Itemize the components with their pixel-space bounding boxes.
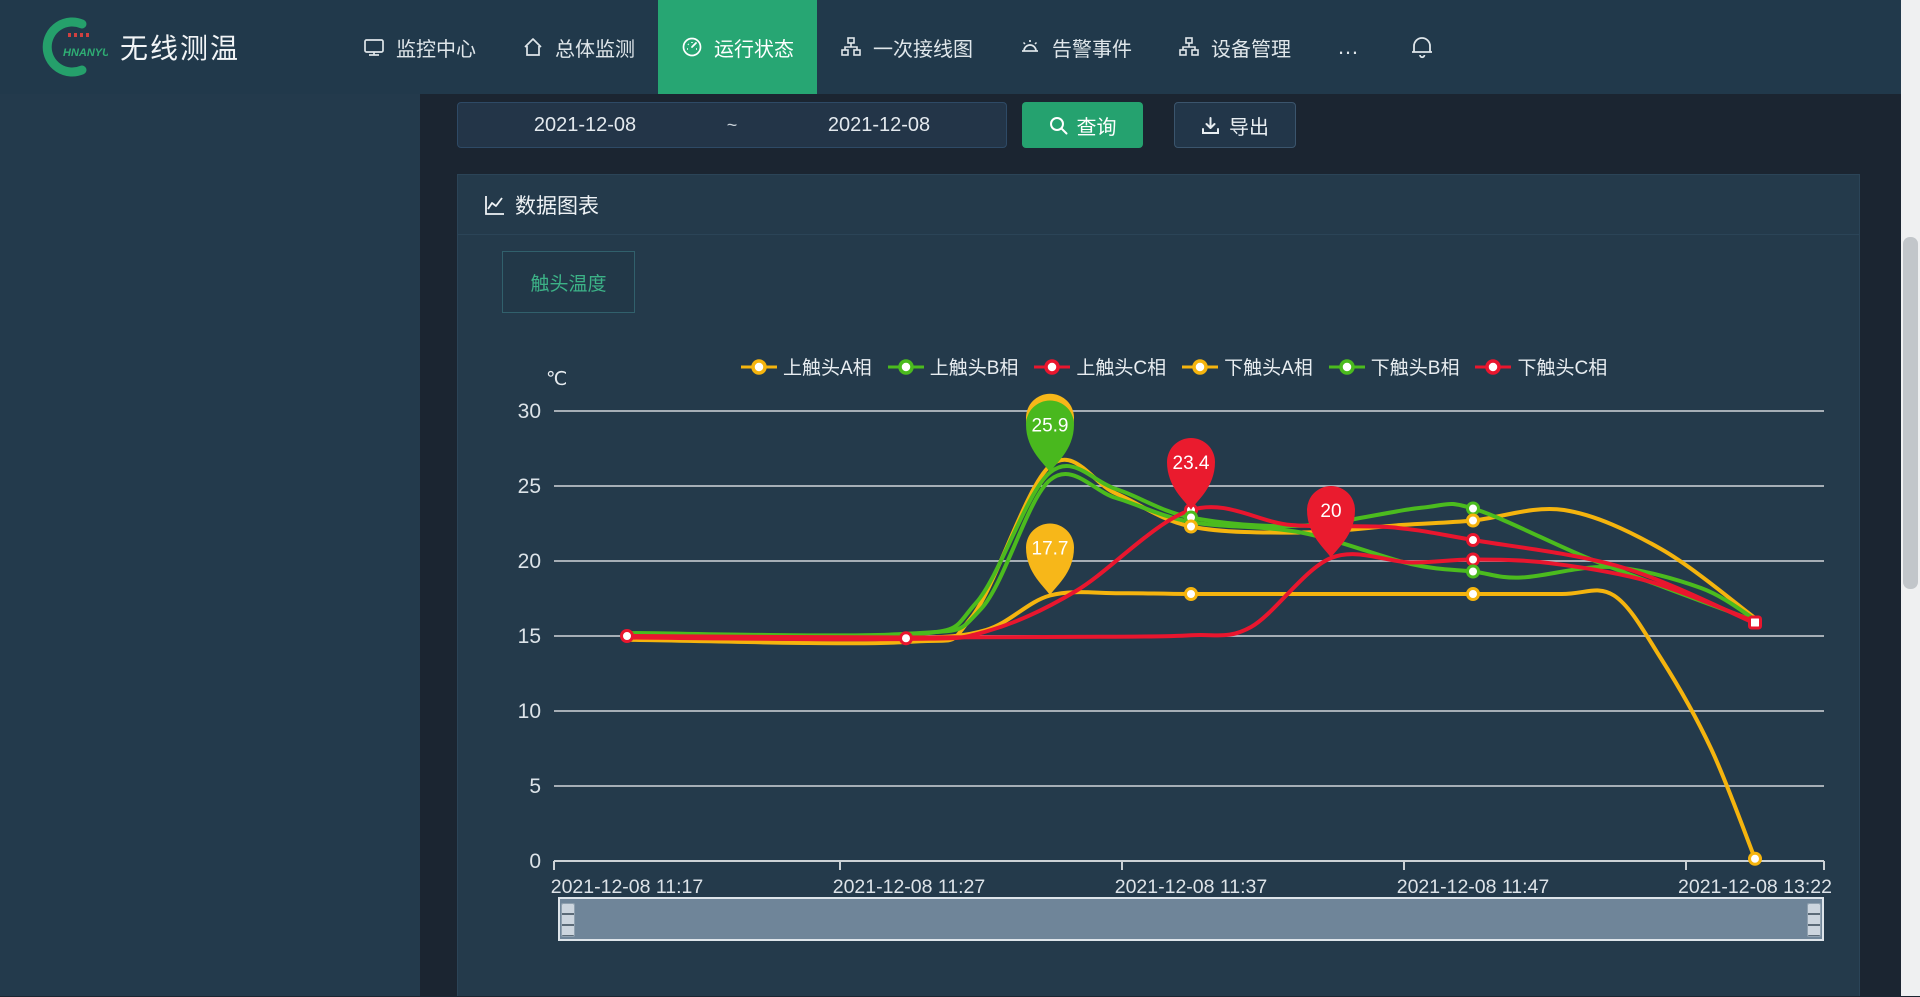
alarm-icon — [1019, 36, 1041, 58]
y-tick-label: 0 — [529, 850, 541, 873]
app-title: 无线测温 — [120, 27, 240, 67]
devices-icon — [1178, 36, 1200, 58]
data-point-marker — [1468, 503, 1479, 514]
nav-item-label: 运行状态 — [714, 33, 794, 62]
wiring-icon — [840, 36, 862, 58]
data-point-marker — [901, 633, 912, 644]
data-point-marker — [1186, 521, 1197, 532]
series-line-上触头A相 — [627, 590, 1755, 858]
query-button[interactable]: 查询 — [1022, 102, 1143, 148]
page-scrollbar[interactable] — [1901, 0, 1920, 996]
y-tick-label: 25 — [518, 475, 541, 498]
data-point-marker — [1750, 617, 1761, 628]
bell-icon — [1410, 34, 1434, 60]
y-tick-label: 20 — [518, 550, 541, 573]
home-icon — [522, 36, 544, 58]
max-value-pin — [1307, 486, 1355, 558]
date-range-separator: ~ — [712, 115, 752, 136]
data-point-marker — [1468, 515, 1479, 526]
gauge-icon — [681, 36, 703, 58]
data-point-marker — [1186, 589, 1197, 600]
nav-item-label: 设备管理 — [1211, 33, 1291, 62]
y-axis-unit: ℃ — [546, 369, 567, 390]
data-point-marker — [1468, 566, 1479, 577]
x-tick-label: 2021-12-08 11:27 — [833, 876, 986, 898]
max-value-pin-label: 25.9 — [1032, 416, 1069, 437]
data-point-marker — [1468, 589, 1479, 600]
nav-more-button[interactable]: … — [1314, 34, 1384, 60]
datazoom-slider[interactable] — [558, 897, 1824, 941]
nav-item-label: 监控中心 — [396, 33, 476, 62]
page-scrollbar-thumb[interactable] — [1903, 237, 1918, 589]
x-tick-label: 2021-12-08 11:47 — [1397, 876, 1550, 898]
x-tick-label: 2021-12-08 11:17 — [551, 876, 704, 898]
y-tick-label: 10 — [518, 700, 541, 723]
data-point-marker — [622, 631, 633, 642]
y-tick-label: 15 — [518, 625, 541, 648]
export-button[interactable]: 导出 — [1174, 102, 1296, 148]
nav-menu: 监控中心 总体监测 运行状态 一次接线图 告警事件 设备管理 — [340, 0, 1314, 94]
nav-item-label: 总体监测 — [555, 33, 635, 62]
datazoom-right-handle[interactable] — [1807, 903, 1821, 937]
nav-item-alarm[interactable]: 告警事件 — [996, 0, 1155, 94]
monitor-icon — [363, 36, 385, 58]
y-tick-label: 30 — [518, 400, 541, 423]
data-point-marker — [1468, 554, 1479, 565]
start-date-value[interactable]: 2021-12-08 — [458, 114, 712, 137]
nav-item-label: 告警事件 — [1052, 33, 1132, 62]
data-point-marker — [1468, 535, 1479, 546]
nav-item-monitor[interactable]: 监控中心 — [340, 0, 499, 94]
nav-item-wiring[interactable]: 一次接线图 — [817, 0, 996, 94]
date-range-picker[interactable]: 2021-12-08 ~ 2021-12-08 — [457, 102, 1007, 148]
notification-bell-button[interactable] — [1384, 34, 1460, 60]
datazoom-left-handle[interactable] — [561, 903, 575, 937]
left-sidebar — [0, 94, 420, 996]
y-tick-label: 5 — [529, 775, 541, 798]
export-button-label: 导出 — [1229, 111, 1269, 140]
max-value-pin-label: 20 — [1320, 501, 1341, 522]
nav-item-label: 一次接线图 — [873, 33, 973, 62]
brand-logo: HNANYUE — [38, 16, 108, 78]
data-point-marker — [1750, 853, 1761, 864]
logo-text: HNANYUE — [63, 47, 108, 59]
search-icon — [1049, 116, 1068, 135]
x-tick-label: 2021-12-08 11:37 — [1115, 876, 1268, 898]
download-icon — [1201, 116, 1220, 135]
query-button-label: 查询 — [1077, 111, 1117, 140]
top-navbar: HNANYUE 无线测温 监控中心 总体监测 运行状态 一次接线图 告警事件 设备管理 … — [0, 0, 1920, 94]
max-value-pin-label: 17.7 — [1032, 539, 1069, 560]
temperature-line-chart: 0 5 10 15 20 25 30℃ 2021-12-08 11:17 2021-12-08 … — [458, 175, 1861, 997]
end-date-value[interactable]: 2021-12-08 — [752, 114, 1006, 137]
nav-item-devices[interactable]: 设备管理 — [1155, 0, 1314, 94]
max-value-pin — [1026, 524, 1074, 596]
max-value-pin — [1167, 438, 1215, 510]
nav-item-gauge[interactable]: 运行状态 — [658, 0, 817, 94]
chart-panel: 数据图表 触头温度 上触头A相上触头B相上触头C相下触头A相下触头B相下触头C相… — [457, 174, 1860, 996]
nav-item-home[interactable]: 总体监测 — [499, 0, 658, 94]
x-tick-label: 2021-12-08 13:22 — [1678, 876, 1832, 898]
max-value-pin-label: 23.4 — [1173, 453, 1210, 474]
